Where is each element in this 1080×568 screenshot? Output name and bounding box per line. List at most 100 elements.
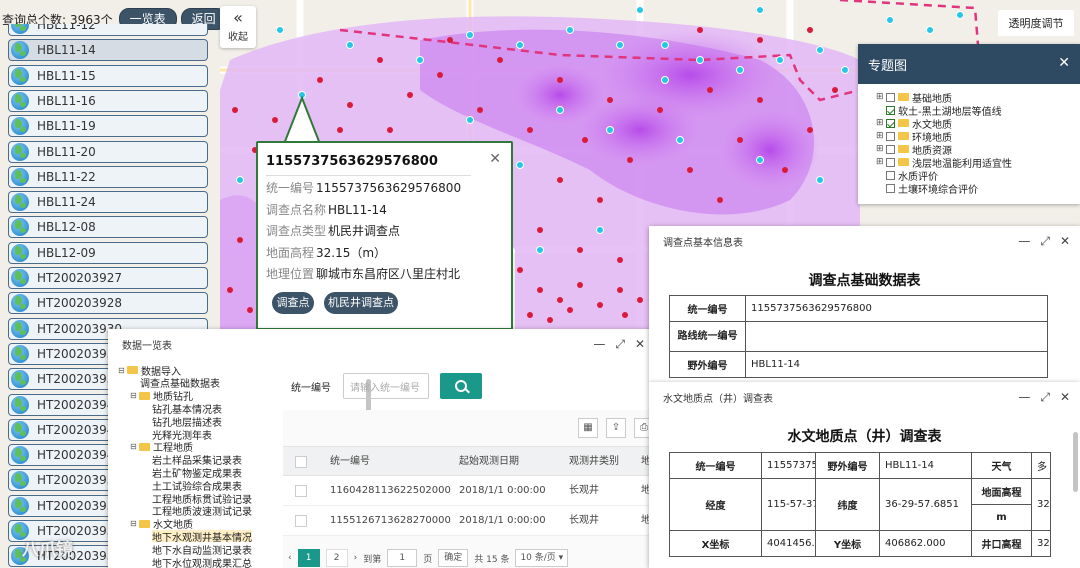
layer-checkbox[interactable]: [886, 183, 895, 193]
row-checkbox[interactable]: [295, 515, 307, 527]
expand-icon[interactable]: ⊞: [876, 131, 884, 141]
expand-icon[interactable]: ⊟: [130, 391, 139, 400]
theme-node[interactable]: ⊞ 地质资源: [876, 143, 952, 157]
list-item[interactable]: HBL11-24: [8, 191, 208, 214]
list-item[interactable]: HBL11-16: [8, 89, 208, 112]
expand-icon[interactable]: ⊟: [130, 519, 139, 528]
layer-checkbox[interactable]: [886, 92, 895, 102]
tree-node[interactable]: 钻孔基本情况表: [152, 402, 222, 416]
header-cell[interactable]: 观测井类别: [569, 447, 619, 477]
theme-node[interactable]: ⊞ 基础地质: [876, 91, 952, 105]
close-icon[interactable]: ✕: [1058, 55, 1070, 71]
tree-node[interactable]: 调查点基础数据表: [140, 377, 220, 390]
maximize-icon[interactable]: ⤢: [1040, 234, 1050, 249]
export-icon[interactable]: ⇪: [606, 418, 626, 438]
select-all-checkbox[interactable]: [295, 456, 307, 468]
expand-icon[interactable]: ⊞: [876, 92, 884, 102]
maximize-icon[interactable]: ⤢: [615, 337, 625, 352]
confirm-button[interactable]: 确定: [438, 549, 469, 567]
list-item[interactable]: HT200203927: [8, 267, 208, 289]
minimize-icon[interactable]: —: [1018, 390, 1030, 405]
collapse-button[interactable]: « 收起: [220, 6, 256, 48]
tree-node[interactable]: 岩土矿物鉴定成果表: [152, 466, 242, 480]
layer-checkbox[interactable]: [886, 157, 895, 167]
expand-icon[interactable]: ⊞: [876, 157, 884, 167]
search-button[interactable]: [440, 373, 482, 399]
expand-icon[interactable]: ⊟: [118, 366, 127, 375]
page-size-select[interactable]: 10 条/页 ▾: [515, 549, 569, 567]
list-item[interactable]: HBL11-14: [8, 39, 208, 62]
tree-node[interactable]: 土工试验综合成果表: [152, 479, 242, 493]
table-row[interactable]: 1160428113622502000 2018/1/1 0:00:00 长观井…: [283, 476, 655, 506]
theme-node[interactable]: 水质评价: [886, 169, 938, 183]
tree-node[interactable]: 光释光测年表: [152, 428, 212, 442]
field-label: 天气: [971, 452, 1032, 479]
prev-page-button[interactable]: ‹: [288, 553, 292, 563]
globe-icon: [11, 344, 29, 363]
tree-node[interactable]: 工程地质标贯试验记录: [152, 492, 252, 506]
close-icon[interactable]: ✕: [635, 337, 645, 352]
survey-point-button[interactable]: 调查点: [272, 292, 314, 314]
theme-node[interactable]: ⊞ 环境地质: [876, 130, 952, 144]
folder-icon: [139, 519, 150, 528]
list-item[interactable]: HBL11-20: [8, 140, 208, 163]
theme-node[interactable]: ⊞ 水文地质: [876, 117, 952, 131]
list-item[interactable]: HBL11-22: [8, 165, 208, 188]
tree-node[interactable]: 地下水观测井基本情况: [152, 530, 252, 544]
transparency-button[interactable]: 透明度调节: [998, 10, 1074, 36]
tree-node[interactable]: 岩土样品采集记录表: [152, 454, 242, 467]
close-icon[interactable]: ✕: [1060, 234, 1070, 249]
tree-node[interactable]: 地下水位观测成果汇总: [152, 556, 252, 568]
tree-node[interactable]: ⊟ 数据导入: [118, 364, 181, 378]
header-cell[interactable]: 起始观测日期: [459, 447, 519, 477]
close-icon[interactable]: ✕: [1060, 390, 1070, 405]
well-survey-point-button[interactable]: 机民井调查点: [324, 292, 398, 314]
close-icon[interactable]: ✕: [489, 151, 501, 167]
layer-checkbox[interactable]: [886, 105, 895, 115]
hydro-scrollbar[interactable]: [1073, 432, 1078, 492]
table-row[interactable]: 1155126713628270000 2018/1/1 0:00:00 长观井…: [283, 506, 655, 536]
tree-node[interactable]: ⊟ 水文地质: [130, 518, 193, 531]
tree-node[interactable]: 钻孔地层描述表: [152, 415, 222, 429]
layer-checkbox[interactable]: [886, 170, 895, 180]
globe-icon: [11, 269, 29, 287]
list-item[interactable]: HT200203928: [8, 292, 208, 315]
search-input[interactable]: 请输入统一编号: [343, 373, 429, 399]
minimize-icon[interactable]: —: [1018, 234, 1030, 249]
row-checkbox[interactable]: [295, 485, 307, 497]
folder-icon: [898, 119, 909, 127]
tree-node[interactable]: ⊟ 工程地质: [130, 441, 193, 454]
next-page-button[interactable]: ›: [354, 553, 358, 563]
tree-node[interactable]: 地下水自动监测记录表: [152, 543, 252, 557]
column-icon[interactable]: ▦: [578, 418, 598, 438]
basic-info-table: 统一编号 1155737563629576800 路线统一编号 野外编号 HBL11…: [669, 295, 1048, 378]
minimize-icon[interactable]: —: [593, 337, 605, 352]
layer-checkbox[interactable]: [886, 118, 895, 128]
popup-field-value: HBL11-14: [328, 202, 387, 217]
theme-node[interactable]: 土壤环境综合评价: [886, 182, 978, 196]
list-item[interactable]: HBL11-12: [8, 24, 208, 36]
expand-icon[interactable]: ⊟: [130, 442, 139, 451]
theme-node[interactable]: 软土-黑土湖地层等值线: [886, 104, 1002, 118]
page-number-input[interactable]: 1: [387, 549, 418, 567]
table-row: 统一编号 1155737563629576800: [669, 295, 1048, 322]
pagination: ‹ 1 2 › 到第 1 页 确定 共 15 条 10 条/页 ▾: [288, 549, 569, 567]
expand-icon[interactable]: ⊞: [876, 144, 884, 154]
theme-node[interactable]: ⊞ 浅层地温能利用适宜性: [876, 156, 1012, 170]
page-1-button[interactable]: 1: [297, 549, 320, 567]
list-item[interactable]: HBL11-19: [8, 115, 208, 138]
header-cell[interactable]: 统一编号: [330, 447, 370, 477]
layer-checkbox[interactable]: [886, 131, 895, 141]
globe-icon: [11, 370, 29, 389]
list-item[interactable]: HBL11-15: [8, 64, 208, 87]
list-item[interactable]: HBL12-09: [8, 241, 208, 264]
tree-node[interactable]: 工程地质波速测试记录: [152, 505, 252, 518]
divider: [266, 175, 471, 176]
maximize-icon[interactable]: ⤢: [1040, 390, 1050, 405]
layer-checkbox[interactable]: [886, 144, 895, 154]
list-item[interactable]: HBL12-08: [8, 216, 208, 239]
page-2-button[interactable]: 2: [325, 549, 348, 567]
data-table: ▦ ⇪ ⎙ 统一编号 起始观测日期 观测井类别 地 11604281136225…: [283, 410, 655, 568]
tree-node[interactable]: ⊟ 地质钻孔: [130, 390, 193, 403]
expand-icon[interactable]: ⊞: [876, 118, 884, 128]
